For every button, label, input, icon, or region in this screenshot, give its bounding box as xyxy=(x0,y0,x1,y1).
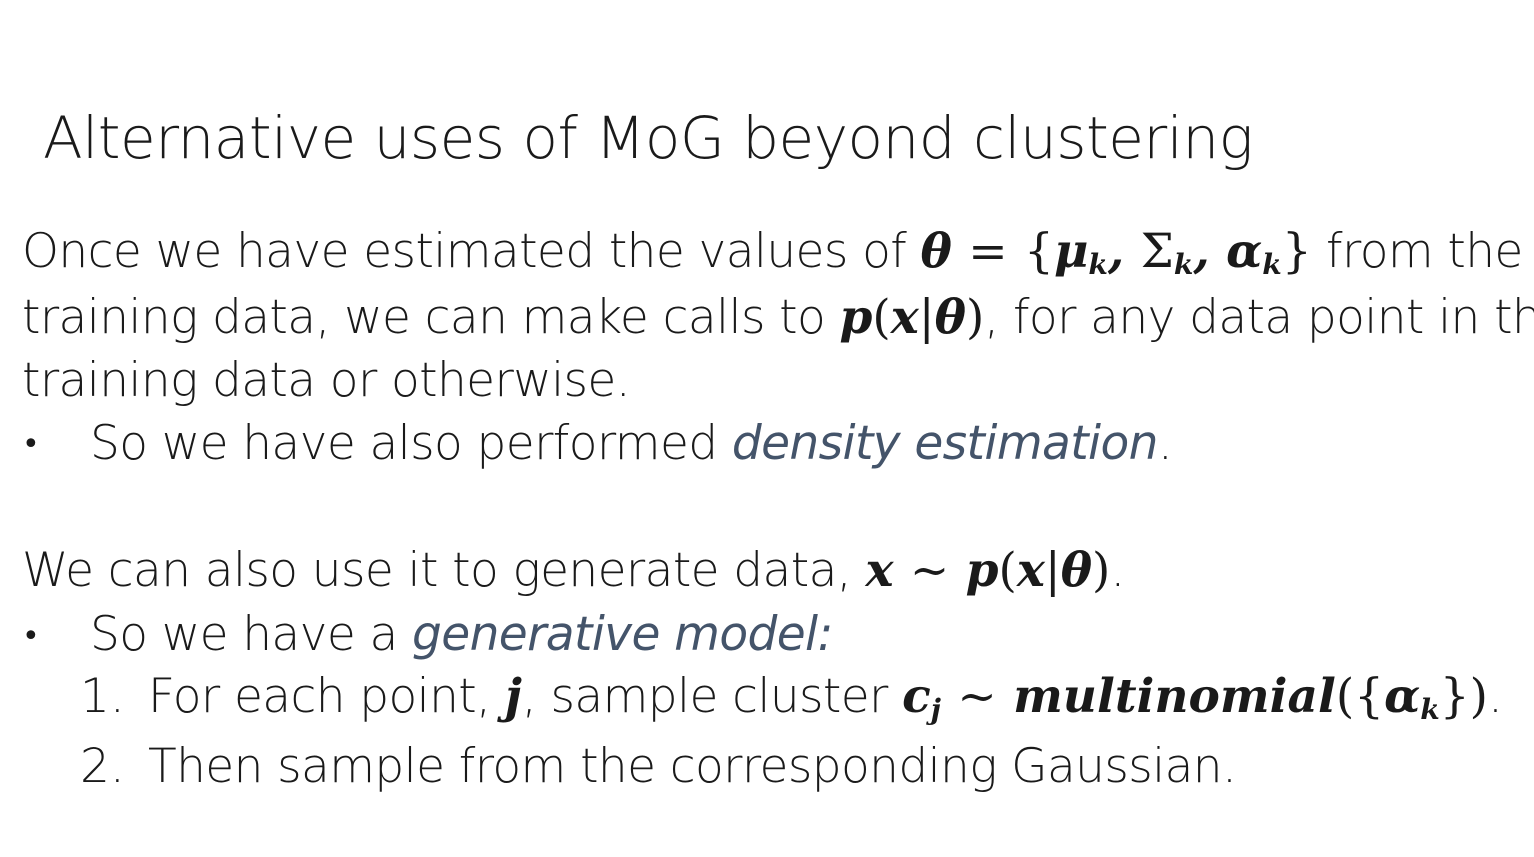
bullet2-pre: So we have a xyxy=(90,607,413,662)
step-1-text: For each point, j, sample cluster cj ~ m… xyxy=(148,669,1503,727)
para1-l2-pre: training data, we can make calls to xyxy=(22,290,840,345)
slide: Alternative uses of MoG beyond clusterin… xyxy=(0,0,1534,857)
bullet-dot-2: • xyxy=(22,619,40,654)
para1-l1-post: from the xyxy=(1311,224,1523,279)
sampling-formula: x ~ p(x|θ) xyxy=(865,543,1111,598)
step1-pre: For each point, xyxy=(148,669,505,724)
multinomial-formula: cj ~ multinomial({αk}) xyxy=(902,669,1489,727)
density-estimation-term: density estimation xyxy=(731,416,1159,471)
para2-pre: We can also use it to generate data, xyxy=(22,543,866,598)
step-2-text: Then sample from the corresponding Gauss… xyxy=(148,739,1237,794)
step1-post: . xyxy=(1488,669,1503,724)
generative-model-term: generative model: xyxy=(412,607,833,662)
likelihood-formula: p(x|θ) xyxy=(839,290,985,345)
bullet1-pre: So we have also performed xyxy=(90,416,732,471)
para1-line2: training data, we can make calls to p(x|… xyxy=(22,292,1534,344)
para1-l1-pre: Once we have estimated the values of xyxy=(22,224,921,279)
bullet1-text: So we have also performed density estima… xyxy=(90,416,1173,471)
para2-line: We can also use it to generate data, x ~… xyxy=(22,545,1125,597)
step-number-2: 2. xyxy=(80,739,125,794)
para1-line1: Once we have estimated the values of θ =… xyxy=(22,226,1523,280)
bullet-dot-1: • xyxy=(22,427,40,462)
step1-mid: , sample cluster xyxy=(521,669,903,724)
para1-line3: training data or otherwise. xyxy=(22,353,631,408)
theta-set-formula: θ = {μk, Σk, αk} xyxy=(920,224,1312,282)
para1-l2-post: , for any data point in the xyxy=(984,290,1534,345)
para2-post: . xyxy=(1110,543,1125,598)
bullet1-post: . xyxy=(1157,416,1173,471)
slide-title: Alternative uses of MoG beyond clusterin… xyxy=(43,104,1253,172)
step-number-1: 1. xyxy=(80,669,125,724)
bullet2-text: So we have a generative model: xyxy=(90,609,833,661)
index-j: j xyxy=(504,669,522,724)
